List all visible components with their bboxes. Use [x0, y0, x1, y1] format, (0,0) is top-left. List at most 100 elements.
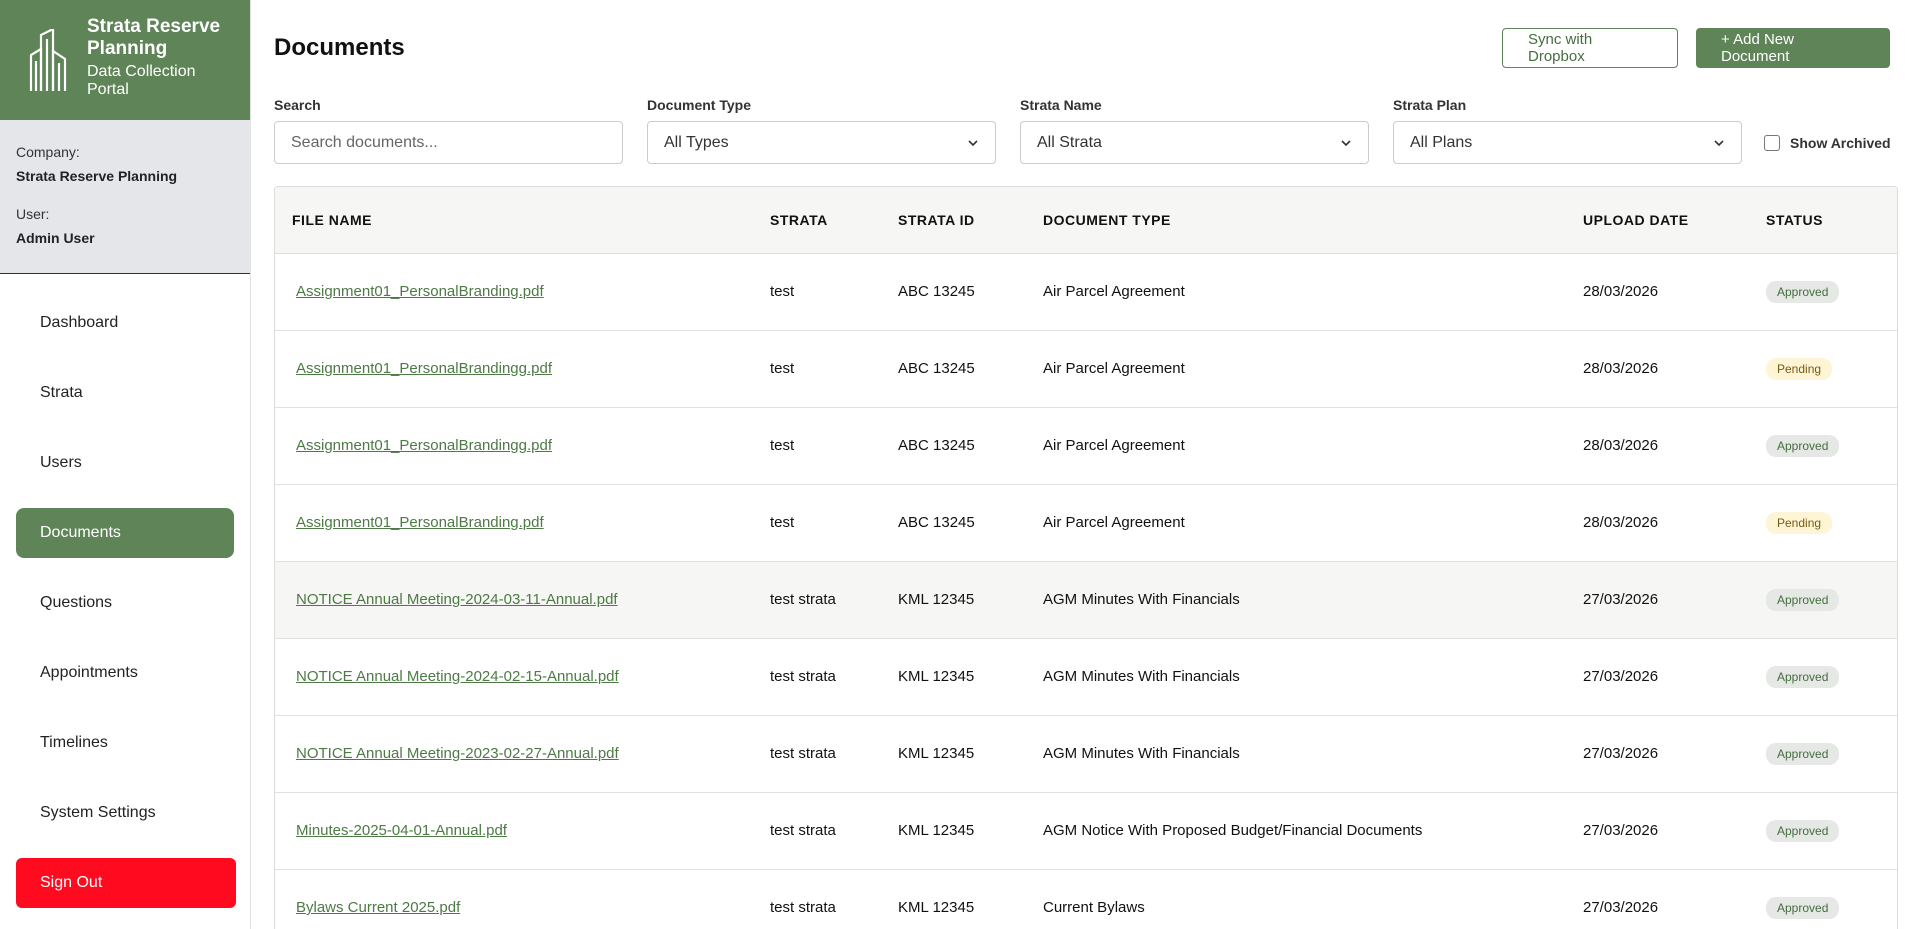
- company-label: Company:: [16, 144, 80, 160]
- strata-id-cell: KML 12345: [881, 638, 1026, 716]
- sidebar-item-timelines[interactable]: Timelines: [16, 718, 234, 768]
- show-archived-label: Show Archived: [1790, 134, 1891, 151]
- upload-date-cell: 27/03/2026: [1566, 638, 1749, 716]
- file-name-cell: Assignment01_PersonalBrandingg.pdf: [275, 330, 753, 408]
- strata-cell: test: [753, 407, 881, 485]
- file-link[interactable]: Assignment01_PersonalBranding.pdf: [296, 283, 544, 300]
- column-header-file-name[interactable]: FILE NAME: [275, 187, 753, 254]
- document-type-select[interactable]: All Types: [647, 121, 996, 164]
- file-link[interactable]: NOTICE Annual Meeting-2023-02-27-Annual.…: [296, 745, 619, 762]
- document-type-filter: Document Type All Types: [647, 97, 996, 164]
- strata-name-label: Strata Name: [1020, 97, 1102, 113]
- file-link[interactable]: Minutes-2025-04-01-Annual.pdf: [296, 822, 507, 839]
- status-cell: Approved: [1749, 792, 1897, 870]
- table-row[interactable]: NOTICE Annual Meeting-2023-02-27-Annual.…: [275, 715, 1897, 793]
- search-filter: Search Search documents...: [274, 97, 623, 164]
- status-cell: Approved: [1749, 715, 1897, 793]
- upload-date-cell: 28/03/2026: [1566, 407, 1749, 485]
- document-type-cell: AGM Notice With Proposed Budget/Financia…: [1026, 792, 1566, 870]
- table-row[interactable]: NOTICE Annual Meeting-2024-02-15-Annual.…: [275, 638, 1897, 716]
- strata-id-cell: KML 12345: [881, 792, 1026, 870]
- table-row[interactable]: Assignment01_PersonalBrandingg.pdf test AB…: [275, 407, 1897, 485]
- table-row[interactable]: Minutes-2025-04-01-Annual.pdf test strata…: [275, 792, 1897, 870]
- table-row[interactable]: Bylaws Current 2025.pdf test strata KML 12…: [275, 869, 1897, 929]
- column-header-document-type[interactable]: DOCUMENT TYPE: [1026, 187, 1566, 254]
- strata-name-filter: Strata Name All Strata: [1020, 97, 1369, 164]
- status-badge: Approved: [1766, 742, 1840, 765]
- search-input[interactable]: Search documents...: [274, 121, 623, 164]
- documents-table: FILE NAME STRATA STRATA ID DOCUMENT TYPE…: [275, 187, 1897, 929]
- company-name: Strata Reserve Planning: [16, 168, 178, 184]
- sidebar-nav: Dashboard Strata Users Documents Questions Ap…: [0, 274, 250, 929]
- show-archived-checkbox[interactable]: [1764, 134, 1780, 151]
- sidebar-item-dashboard[interactable]: Dashboard: [16, 298, 234, 348]
- strata-cell: test strata: [753, 869, 881, 929]
- table-row[interactable]: Assignment01_PersonalBrandingg.pdf test AB…: [275, 330, 1897, 408]
- status-badge: Approved: [1766, 434, 1840, 457]
- strata-name-select[interactable]: All Strata: [1020, 121, 1369, 164]
- document-type-cell: Air Parcel Agreement: [1026, 330, 1566, 408]
- column-header-strata-id[interactable]: STRATA ID: [881, 187, 1026, 254]
- column-header-strata[interactable]: STRATA: [753, 187, 881, 254]
- file-link[interactable]: Assignment01_PersonalBranding.pdf: [296, 514, 544, 531]
- strata-plan-filter: Strata Plan All Plans: [1393, 97, 1742, 164]
- document-type-cell: Current Bylaws: [1026, 869, 1566, 929]
- filters-bar: Search Search documents... Document Type…: [274, 96, 1898, 164]
- upload-date-cell: 28/03/2026: [1566, 253, 1749, 331]
- file-link[interactable]: Bylaws Current 2025.pdf: [296, 899, 460, 916]
- status-badge: Pending: [1766, 357, 1833, 380]
- sidebar-item-strata[interactable]: Strata: [16, 368, 234, 418]
- document-type-cell: Air Parcel Agreement: [1026, 407, 1566, 485]
- file-link[interactable]: NOTICE Annual Meeting-2024-02-15-Annual.…: [296, 668, 619, 685]
- document-type-cell: Air Parcel Agreement: [1026, 253, 1566, 331]
- upload-date-cell: 27/03/2026: [1566, 792, 1749, 870]
- strata-id-cell: KML 12345: [881, 715, 1026, 793]
- main-content: Documents Sync with Dropbox + Add New Do…: [251, 0, 1920, 929]
- add-document-button[interactable]: + Add New Document: [1696, 28, 1890, 68]
- strata-id-cell: ABC 13245: [881, 330, 1026, 408]
- brand-text: Strata Reserve Planning Data Collection …: [87, 16, 230, 99]
- strata-cell: test: [753, 484, 881, 562]
- strata-plan-select[interactable]: All Plans: [1393, 121, 1742, 164]
- sidebar-item-appointments[interactable]: Appointments: [16, 648, 234, 698]
- sidebar-item-questions[interactable]: Questions: [16, 578, 234, 628]
- file-name-cell: Assignment01_PersonalBrandingg.pdf: [275, 407, 753, 485]
- table-row[interactable]: NOTICE Annual Meeting-2024-03-11-Annual.…: [275, 561, 1897, 639]
- file-link[interactable]: Assignment01_PersonalBrandingg.pdf: [296, 437, 552, 454]
- strata-id-cell: ABC 13245: [881, 253, 1026, 331]
- status-badge: Approved: [1766, 896, 1840, 919]
- status-badge: Approved: [1766, 819, 1840, 842]
- column-header-upload-date[interactable]: UPLOAD DATE: [1566, 187, 1749, 254]
- table-header-row: FILE NAME STRATA STRATA ID DOCUMENT TYPE…: [275, 187, 1897, 254]
- file-link[interactable]: Assignment01_PersonalBrandingg.pdf: [296, 360, 552, 377]
- sign-out-button[interactable]: Sign Out: [16, 858, 236, 908]
- status-cell: Approved: [1749, 638, 1897, 716]
- table-row[interactable]: Assignment01_PersonalBranding.pdf test ABC…: [275, 484, 1897, 562]
- user-label: User:: [16, 206, 50, 222]
- show-archived-toggle[interactable]: Show Archived: [1764, 121, 1891, 164]
- document-type-cell: AGM Minutes With Financials: [1026, 638, 1566, 716]
- sidebar-item-users[interactable]: Users: [16, 438, 234, 488]
- file-link[interactable]: NOTICE Annual Meeting-2024-03-11-Annual.…: [296, 591, 618, 608]
- page-title: Documents: [274, 34, 405, 61]
- table-row[interactable]: Assignment01_PersonalBranding.pdf test ABC…: [275, 253, 1897, 331]
- sync-dropbox-button[interactable]: Sync with Dropbox: [1502, 28, 1678, 68]
- sidebar-item-system-settings[interactable]: System Settings: [16, 788, 234, 838]
- building-logo-icon: [29, 29, 67, 91]
- status-cell: Pending: [1749, 330, 1897, 408]
- strata-cell: test strata: [753, 638, 881, 716]
- strata-id-cell: ABC 13245: [881, 407, 1026, 485]
- status-cell: Approved: [1749, 407, 1897, 485]
- sidebar-item-documents[interactable]: Documents: [16, 508, 234, 558]
- strata-cell: test: [753, 330, 881, 408]
- chevron-down-icon: [1341, 139, 1351, 146]
- status-cell: Pending: [1749, 484, 1897, 562]
- document-type-label: Document Type: [647, 97, 751, 113]
- column-header-status[interactable]: STATUS: [1749, 187, 1897, 254]
- strata-id-cell: KML 12345: [881, 561, 1026, 639]
- status-badge: Approved: [1766, 280, 1840, 303]
- upload-date-cell: 27/03/2026: [1566, 869, 1749, 929]
- brand-title: Strata Reserve Planning: [87, 16, 221, 59]
- document-type-value: All Types: [664, 133, 729, 151]
- strata-name-value: All Strata: [1037, 133, 1102, 151]
